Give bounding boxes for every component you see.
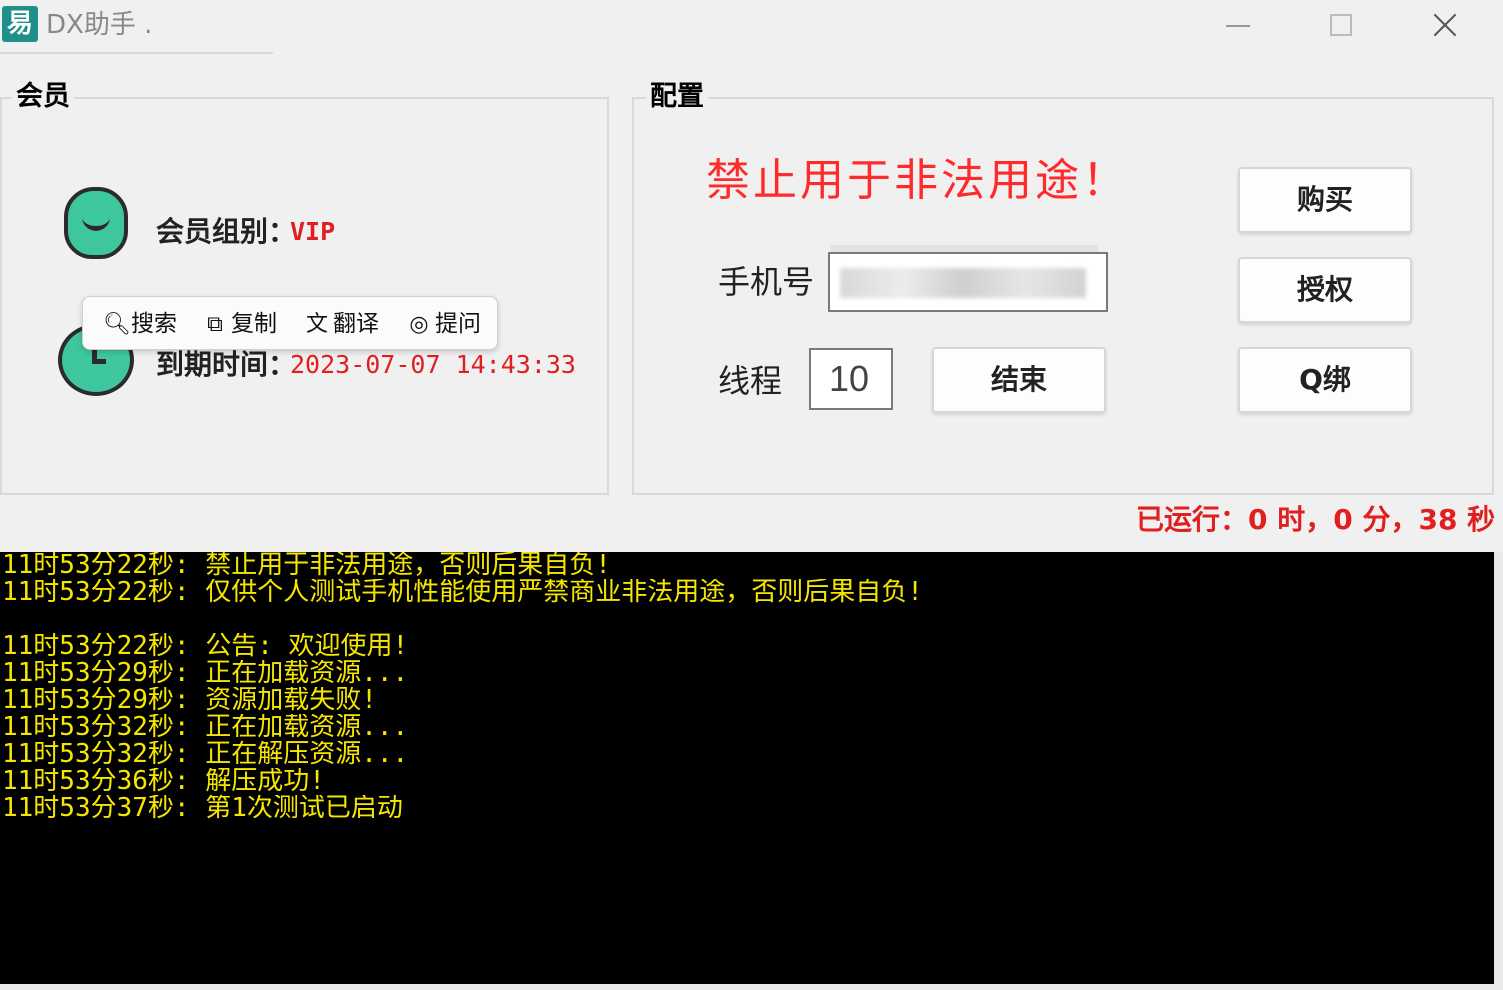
app-logo-icon: 易 bbox=[2, 6, 38, 42]
popup-search-label: 搜索 bbox=[131, 311, 177, 337]
phone-input[interactable] bbox=[828, 252, 1108, 312]
minimize-icon bbox=[1226, 25, 1250, 27]
expire-value: 2023-07-07 14:43:33 bbox=[290, 350, 576, 379]
window-bottom-edge bbox=[0, 984, 1503, 990]
log-line: 11时53分32秒: 正在加载资源... bbox=[2, 714, 409, 741]
buy-button[interactable]: 购买 bbox=[1238, 167, 1412, 233]
app-logo-glyph: 易 bbox=[6, 9, 33, 39]
title-underline bbox=[0, 52, 273, 54]
phone-label: 手机号 bbox=[718, 263, 815, 301]
popup-ask-label: 提问 bbox=[435, 311, 481, 337]
member-legend: 会员 bbox=[12, 80, 74, 114]
copy-icon: ⧉ bbox=[207, 312, 223, 337]
member-avatar-icon bbox=[64, 187, 128, 259]
minimize-button[interactable] bbox=[1188, 0, 1288, 52]
popup-copy-label: 复制 bbox=[231, 311, 277, 337]
window-right-edge bbox=[1494, 552, 1503, 990]
end-button[interactable]: 结束 bbox=[932, 347, 1106, 413]
close-button[interactable] bbox=[1396, 0, 1496, 52]
log-line: 11时53分22秒: 仅供个人测试手机性能使用严禁商业非法用途，否则后果自负! bbox=[2, 579, 923, 606]
popup-search-button[interactable]: 🔍︎搜索 bbox=[103, 297, 177, 351]
config-legend: 配置 bbox=[646, 80, 708, 114]
popup-translate-label: 翻译 bbox=[333, 311, 379, 337]
search-icon: 🔍︎ bbox=[103, 312, 131, 337]
log-line: 11时53分32秒: 正在解压资源... bbox=[2, 741, 409, 768]
avatar-smile bbox=[82, 213, 110, 231]
log-line: 11时53分37秒: 第1次测试已启动 bbox=[2, 795, 403, 822]
expire-label: 到期时间： bbox=[156, 348, 297, 381]
selection-popup: 🔍︎搜索 ⧉ 复制 文翻译 ◎ 提问 bbox=[82, 296, 498, 350]
authorize-button[interactable]: 授权 bbox=[1238, 257, 1412, 323]
thread-label: 线程 bbox=[718, 362, 783, 400]
thread-count-input[interactable]: 10 bbox=[809, 348, 893, 410]
log-line: 11时53分36秒: 解压成功! bbox=[2, 768, 325, 795]
log-line: 11时53分22秒: 公告: 欢迎使用! bbox=[2, 633, 409, 660]
illegal-use-warning: 禁止用于非法用途！ bbox=[706, 155, 1129, 206]
popup-ask-button[interactable]: ◎ 提问 bbox=[407, 297, 481, 351]
log-console[interactable]: 11时53分22秒: 禁止用于非法用途，否则后果自负! 11时53分22秒: 仅… bbox=[0, 552, 1494, 984]
phone-value-redacted bbox=[840, 268, 1086, 298]
translate-icon: 文 bbox=[305, 312, 328, 337]
maximize-button[interactable] bbox=[1290, 0, 1390, 52]
maximize-icon bbox=[1330, 14, 1352, 36]
window-title: DX助手 . bbox=[46, 10, 153, 40]
ask-icon: ◎ bbox=[409, 312, 429, 337]
popup-translate-button[interactable]: 文翻译 bbox=[305, 297, 379, 351]
qbind-button[interactable]: Q绑 bbox=[1238, 347, 1412, 413]
runtime-status: 已运行：0 时，0 分，38 秒 bbox=[1136, 503, 1496, 536]
member-group-value: VIP bbox=[290, 217, 336, 246]
log-line: 11时53分29秒: 资源加载失败! bbox=[2, 687, 377, 714]
title-bar: 易 DX助手 . bbox=[0, 0, 1503, 52]
member-group-label: 会员组别： bbox=[156, 215, 297, 248]
log-line: 11时53分22秒: 禁止用于非法用途，否则后果自负! bbox=[2, 552, 611, 579]
log-line: 11时53分29秒: 正在加载资源... bbox=[2, 660, 409, 687]
popup-copy-button[interactable]: ⧉ 复制 bbox=[203, 297, 277, 351]
